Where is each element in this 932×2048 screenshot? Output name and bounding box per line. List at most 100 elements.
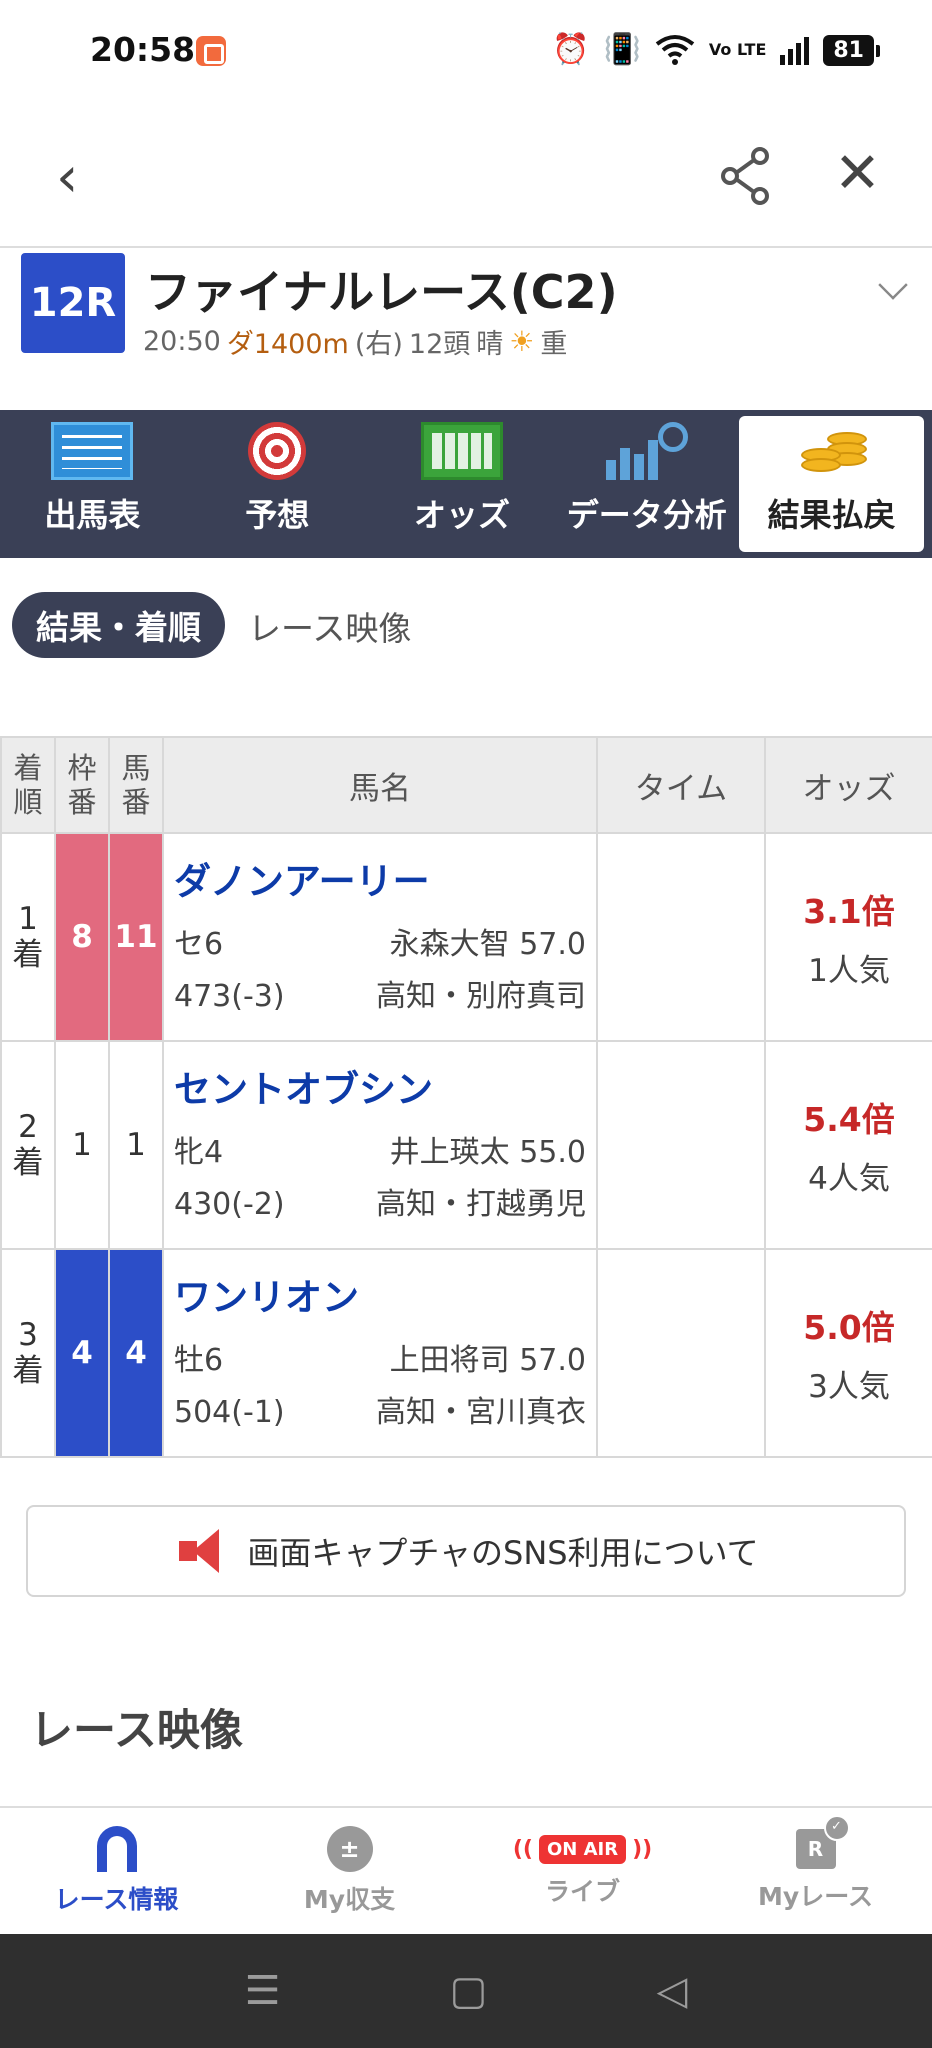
system-nav-bar: ☰ ▢ ◁ bbox=[0, 1934, 932, 2048]
tab-label: データ分析 bbox=[566, 496, 727, 534]
horse-name-link[interactable]: ダノンアーリー bbox=[174, 851, 586, 905]
sns-notice-button[interactable]: 画面キャプチャのSNS利用について bbox=[26, 1505, 906, 1597]
race-start-time: 20:50 bbox=[143, 326, 221, 357]
top-nav: ‹ ✕ bbox=[0, 104, 932, 248]
table-row[interactable]: 3 着 4 4 ワンリオン 牡6 上田将司 57.0 504(-1) 高知・宮川… bbox=[0, 1248, 932, 1458]
header-horse-no: 馬番 bbox=[108, 736, 164, 834]
horse-cell: ワンリオン 牡6 上田将司 57.0 504(-1) 高知・宮川真衣 bbox=[162, 1248, 598, 1458]
status-icons: ⏰ 📳 Vo LTE 81 bbox=[552, 30, 880, 70]
rank-suffix: 着 bbox=[12, 937, 44, 973]
alarm-icon: ⏰ bbox=[552, 32, 590, 67]
megaphone-icon bbox=[173, 1529, 229, 1573]
close-icon[interactable]: ✕ bbox=[834, 144, 881, 204]
sex-age: 牡6 bbox=[174, 1343, 224, 1378]
table-row[interactable]: 2 着 1 1 セントオブシン 牝4 井上瑛太 55.0 430(-2) 高知・… bbox=[0, 1040, 932, 1250]
tab-prediction[interactable]: 予想 bbox=[185, 410, 370, 558]
sun-icon: ☀ bbox=[509, 325, 535, 358]
tab-label: 予想 bbox=[245, 496, 310, 534]
bottom-nav-my-balance[interactable]: ± My収支 bbox=[233, 1808, 466, 1934]
sub-tabs: 結果・着順 レース映像 bbox=[0, 558, 932, 728]
horse-detail-row: 473(-3) 高知・別府真司 bbox=[174, 971, 586, 1023]
rank-number: 3 bbox=[18, 1317, 38, 1353]
tab-odds[interactable]: オッズ bbox=[370, 410, 555, 558]
chevron-down-icon[interactable] bbox=[878, 270, 908, 300]
odds-cell: 5.0倍 3人気 bbox=[764, 1248, 932, 1458]
header-odds: オッズ bbox=[764, 736, 932, 834]
subtab-race-video[interactable]: レース映像 bbox=[248, 602, 411, 650]
tab-label: オッズ bbox=[413, 496, 510, 534]
target-icon bbox=[248, 422, 307, 480]
race-track-condition: 重 bbox=[540, 329, 568, 360]
home-icon[interactable]: ▢ bbox=[450, 1968, 488, 2014]
status-time: 20:58 bbox=[90, 30, 196, 69]
on-air-badge: ON AIR bbox=[538, 1834, 627, 1864]
header-rank: 着順 bbox=[0, 736, 56, 834]
rank-number: 2 bbox=[18, 1109, 38, 1145]
tab-label: 結果払戻 bbox=[767, 496, 896, 534]
bottom-nav-label: レース情報 bbox=[54, 1885, 179, 1914]
body-weight: 504(-1) bbox=[174, 1395, 285, 1430]
horseshoe-icon bbox=[96, 1826, 137, 1872]
rank-cell: 2 着 bbox=[0, 1040, 56, 1250]
header-frame: 枠番 bbox=[54, 736, 110, 834]
jockey-weight: 上田将司 57.0 bbox=[389, 1343, 586, 1378]
horse-name-link[interactable]: ワンリオン bbox=[174, 1267, 586, 1321]
bottom-nav-my-race[interactable]: R Myレース bbox=[699, 1808, 932, 1934]
menu-icon[interactable]: ☰ bbox=[245, 1968, 281, 2014]
back-triangle-icon[interactable]: ◁ bbox=[657, 1968, 688, 2014]
race-header[interactable]: 12R ファイナルレース(C2) 20:50 ダ1400m (右) 12頭 晴 … bbox=[0, 250, 932, 410]
table-header-row: 着順 枠番 馬番 馬名 タイム オッズ bbox=[0, 736, 932, 834]
horse-number: 4 bbox=[108, 1248, 164, 1458]
trainer: 高知・宮川真衣 bbox=[376, 1395, 586, 1430]
my-race-icon: R bbox=[795, 1815, 850, 1869]
time-cell bbox=[596, 1248, 766, 1458]
horse-cell: ダノンアーリー セ6 永森大智 57.0 473(-3) 高知・別府真司 bbox=[162, 832, 598, 1042]
sex-age: セ6 bbox=[174, 927, 224, 962]
odds-board-icon bbox=[420, 422, 503, 480]
jockey-weight: 永森大智 57.0 bbox=[389, 927, 586, 962]
tab-entry-list[interactable]: 出馬表 bbox=[0, 410, 185, 558]
table-row[interactable]: 1 着 8 11 ダノンアーリー セ6 永森大智 57.0 473(-3) 高知… bbox=[0, 832, 932, 1042]
subtab-results-order[interactable]: 結果・着順 bbox=[12, 592, 225, 658]
trainer: 高知・別府真司 bbox=[376, 979, 586, 1014]
popularity: 3人気 bbox=[808, 1368, 890, 1405]
frame-number: 8 bbox=[54, 832, 110, 1042]
coins-icon bbox=[797, 426, 867, 480]
entry-list-icon bbox=[51, 422, 134, 480]
frame-number: 1 bbox=[54, 1040, 110, 1250]
trainer: 高知・打越勇児 bbox=[376, 1187, 586, 1222]
horse-name-link[interactable]: セントオブシン bbox=[174, 1059, 586, 1113]
rank-cell: 1 着 bbox=[0, 832, 56, 1042]
plus-minus-icon: ± bbox=[326, 1826, 373, 1872]
tab-label: 出馬表 bbox=[44, 496, 141, 534]
bottom-nav-label: ライブ bbox=[544, 1876, 620, 1906]
bottom-nav: レース情報 ± My収支 ((ON AIR)) ライブ R Myレース bbox=[0, 1806, 932, 1934]
race-field-size: 12頭 bbox=[408, 329, 471, 360]
bottom-nav-label: My収支 bbox=[303, 1885, 396, 1914]
back-icon[interactable]: ‹ bbox=[56, 150, 78, 206]
jockey-weight: 井上瑛太 55.0 bbox=[389, 1135, 586, 1170]
sns-notice-text: 画面キャプチャのSNS利用について bbox=[247, 1534, 759, 1572]
horse-cell: セントオブシン 牝4 井上瑛太 55.0 430(-2) 高知・打越勇児 bbox=[162, 1040, 598, 1250]
signal-icon bbox=[780, 35, 810, 65]
popularity: 1人気 bbox=[808, 952, 890, 989]
section-title-race-video: レース映像 bbox=[30, 1706, 243, 1756]
odds-value: 5.0倍 bbox=[803, 1307, 895, 1347]
sex-age: 牝4 bbox=[174, 1135, 224, 1170]
bottom-nav-race-info[interactable]: レース情報 bbox=[0, 1808, 233, 1934]
tab-data-analysis[interactable]: データ分析 bbox=[554, 410, 739, 558]
app-notification-icon bbox=[196, 36, 226, 66]
bottom-nav-live[interactable]: ((ON AIR)) ライブ bbox=[466, 1808, 699, 1934]
odds-value: 3.1倍 bbox=[803, 891, 895, 931]
bottom-nav-label: Myレース bbox=[758, 1882, 873, 1911]
battery-icon: 81 bbox=[823, 34, 880, 66]
body-weight: 430(-2) bbox=[174, 1187, 285, 1222]
share-icon[interactable] bbox=[720, 146, 770, 206]
header-horse-name: 馬名 bbox=[162, 736, 598, 834]
odds-cell: 3.1倍 1人気 bbox=[764, 832, 932, 1042]
horse-detail-row: 504(-1) 高知・宮川真衣 bbox=[174, 1387, 586, 1439]
horse-detail-row: 430(-2) 高知・打越勇児 bbox=[174, 1179, 586, 1231]
data-analysis-icon bbox=[605, 422, 688, 480]
status-bar: 20:58 ⏰ 📳 Vo LTE 81 bbox=[0, 0, 932, 104]
tab-results[interactable]: 結果払戻 bbox=[739, 416, 924, 552]
